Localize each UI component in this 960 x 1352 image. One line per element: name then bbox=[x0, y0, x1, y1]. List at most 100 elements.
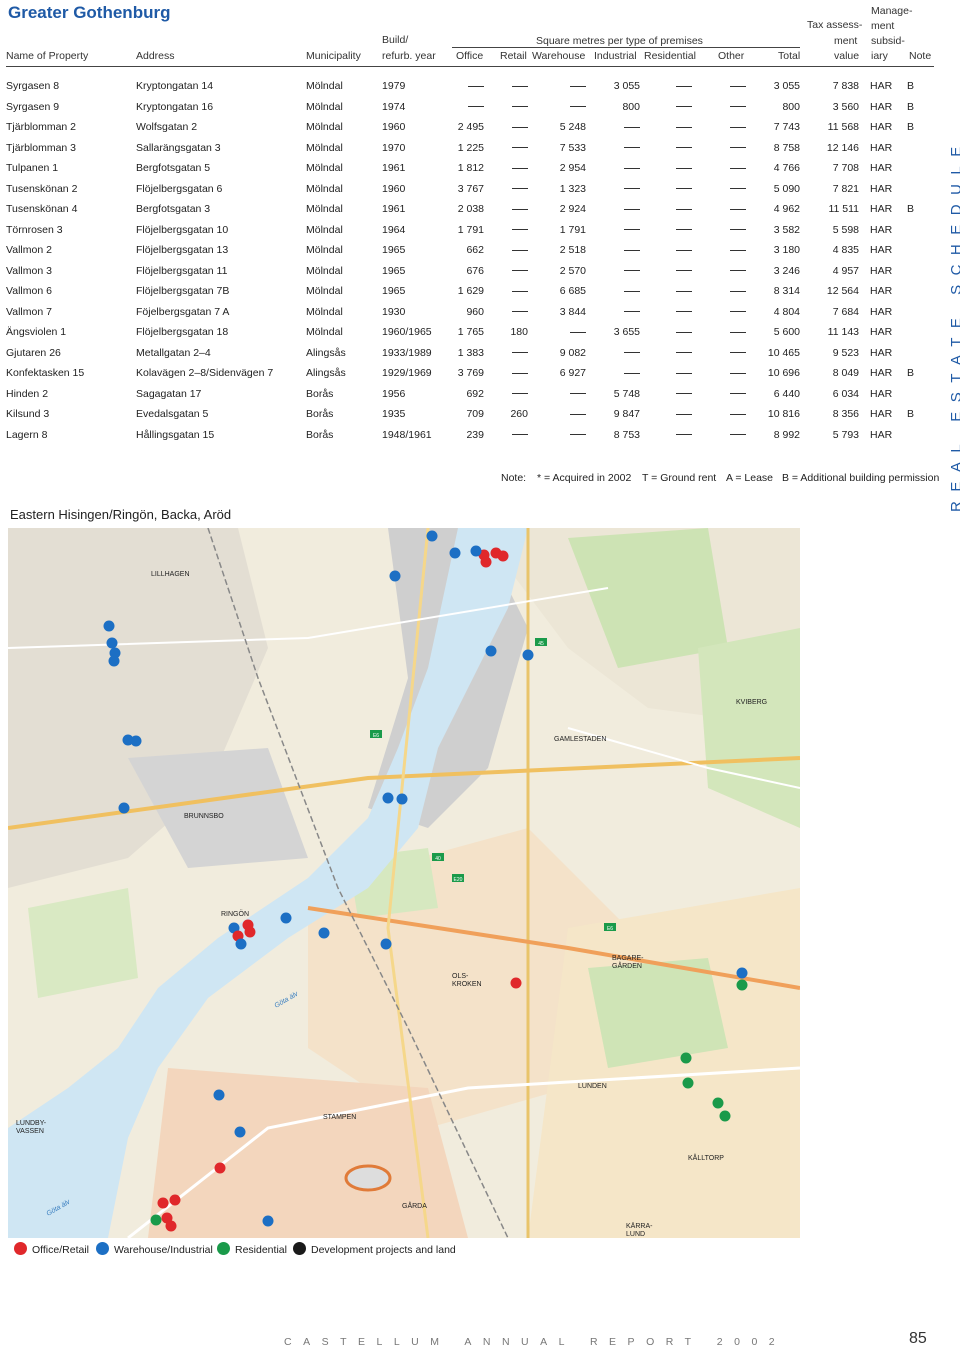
cell-address: Flöjelbergsgatan 7B bbox=[136, 285, 230, 297]
dash-mark bbox=[676, 85, 692, 87]
cell-municipality: Borås bbox=[306, 428, 334, 441]
cell-residential bbox=[676, 426, 692, 444]
dash-mark bbox=[624, 372, 640, 374]
cell-name: Syrgasen 8 bbox=[6, 80, 60, 92]
dash-mark bbox=[570, 85, 586, 87]
label-brunnsbo: BRUNNSBO bbox=[184, 813, 224, 820]
svg-text:E6: E6 bbox=[607, 926, 613, 932]
cell-warehouse bbox=[570, 323, 586, 341]
cell-retail bbox=[512, 200, 528, 218]
cell-industrial: 9 847 bbox=[613, 408, 640, 420]
cell-industrial: 800 bbox=[622, 100, 640, 113]
cell-tax: 5 793 bbox=[832, 428, 859, 441]
header-note: Note bbox=[909, 50, 932, 62]
cell-total: 3 246 bbox=[773, 264, 800, 277]
cell-address: Flöjelbergsgatan 18 bbox=[136, 326, 229, 338]
note-label: Note: bbox=[501, 472, 527, 484]
cell-name: Tjärblomman 3 bbox=[6, 141, 77, 154]
warehouse-property-marker bbox=[118, 802, 130, 814]
cell-total: 800 bbox=[782, 100, 800, 113]
cell-other bbox=[730, 77, 746, 95]
map: 45 E6 E20 E6 40 LILLHAGEN KVIBERG GAMLES… bbox=[8, 528, 800, 1238]
dash-mark bbox=[730, 147, 746, 149]
dash-mark bbox=[676, 106, 692, 108]
cell-warehouse bbox=[570, 385, 586, 403]
cell-warehouse: 5 248 bbox=[559, 121, 586, 133]
dash-mark bbox=[624, 311, 640, 313]
svg-text:E20: E20 bbox=[454, 877, 463, 883]
cell-residential bbox=[676, 180, 692, 198]
dash-mark bbox=[624, 229, 640, 231]
cell-warehouse: 6 927 bbox=[559, 367, 586, 379]
cell-tax: 7 821 bbox=[832, 182, 859, 195]
cell-address: Metallgatan 2–4 bbox=[136, 346, 211, 359]
header-industrial: Industrial bbox=[594, 50, 637, 62]
warehouse-property-marker bbox=[234, 1126, 246, 1138]
cell-total: 3 582 bbox=[773, 223, 800, 236]
header-build-bottom: refurb. year bbox=[382, 50, 436, 62]
cell-other bbox=[730, 364, 746, 382]
cell-retail bbox=[512, 221, 528, 239]
header-name: Name of Property bbox=[6, 50, 89, 62]
road-sign-e6-south: E6 bbox=[604, 923, 616, 932]
office-property-marker bbox=[480, 556, 492, 568]
dash-mark bbox=[624, 352, 640, 354]
cell-note: B bbox=[907, 100, 915, 113]
dash-mark bbox=[676, 352, 692, 354]
dash-mark bbox=[624, 126, 640, 128]
road-sign-e6-north: E6 bbox=[370, 730, 382, 739]
sqm-group-rule bbox=[452, 47, 800, 48]
dash-mark bbox=[730, 85, 746, 87]
office-property-marker bbox=[497, 550, 509, 562]
cell-municipality: Mölndal bbox=[306, 162, 343, 174]
cell-year: 1933/1989 bbox=[382, 346, 432, 359]
cell-address: Bergfotsgatan 5 bbox=[136, 162, 211, 174]
note-acquired: * = Acquired in 2002 bbox=[537, 472, 632, 484]
cell-tax: 11 568 bbox=[827, 121, 859, 133]
header-address: Address bbox=[136, 50, 175, 62]
label-bagaregarden: BAGARE-GÅRDEN bbox=[612, 955, 644, 970]
cell-mgmt: HAR bbox=[870, 428, 893, 441]
road-sign-40: 40 bbox=[432, 853, 444, 862]
cell-retail bbox=[512, 77, 528, 95]
cell-year: 1974 bbox=[382, 100, 406, 113]
dash-mark bbox=[468, 85, 484, 87]
cell-other bbox=[730, 262, 746, 280]
cell-year: 1948/1961 bbox=[382, 428, 432, 441]
dash-mark bbox=[676, 434, 692, 436]
cell-year: 1960 bbox=[382, 121, 406, 133]
cell-mgmt: HAR bbox=[870, 244, 893, 256]
dash-mark bbox=[624, 249, 640, 251]
dash-mark bbox=[570, 331, 586, 333]
cell-other bbox=[730, 159, 746, 177]
cell-office: 3 767 bbox=[457, 182, 484, 195]
svg-text:40: 40 bbox=[435, 856, 441, 862]
cell-industrial bbox=[624, 118, 640, 136]
cell-office: 2 038 bbox=[457, 203, 484, 215]
cell-office: 1 765 bbox=[457, 326, 484, 338]
residential-property-marker bbox=[150, 1214, 162, 1226]
label-garda: GÅRDA bbox=[402, 1201, 427, 1210]
cell-residential bbox=[676, 364, 692, 382]
cell-other bbox=[730, 323, 746, 341]
cell-office: 960 bbox=[466, 305, 484, 318]
cell-office: 676 bbox=[466, 264, 484, 277]
cell-name: Tusenskönan 4 bbox=[6, 203, 78, 215]
table-row: Tulpanen 1 Bergfotsgatan 5 Mölndal 1961 1 81… bbox=[0, 159, 940, 177]
cell-year: 1956 bbox=[382, 387, 406, 400]
cell-total: 10 696 bbox=[767, 367, 800, 379]
cell-mgmt: HAR bbox=[870, 162, 893, 174]
cell-warehouse bbox=[570, 77, 586, 95]
cell-industrial: 8 753 bbox=[613, 428, 640, 441]
header-mgmt-2: ment bbox=[871, 20, 895, 32]
header-office: Office bbox=[456, 50, 484, 62]
cell-year: 1965 bbox=[382, 244, 406, 256]
header-sqm-group: Square metres per type of premises bbox=[536, 35, 703, 47]
cell-retail bbox=[512, 364, 528, 382]
cell-other bbox=[730, 180, 746, 198]
cell-year: 1930 bbox=[382, 305, 406, 318]
cell-retail: 260 bbox=[510, 408, 528, 420]
cell-tax: 4 835 bbox=[832, 244, 859, 256]
cell-name: Vallmon 6 bbox=[6, 285, 52, 297]
dash-mark bbox=[570, 393, 586, 395]
